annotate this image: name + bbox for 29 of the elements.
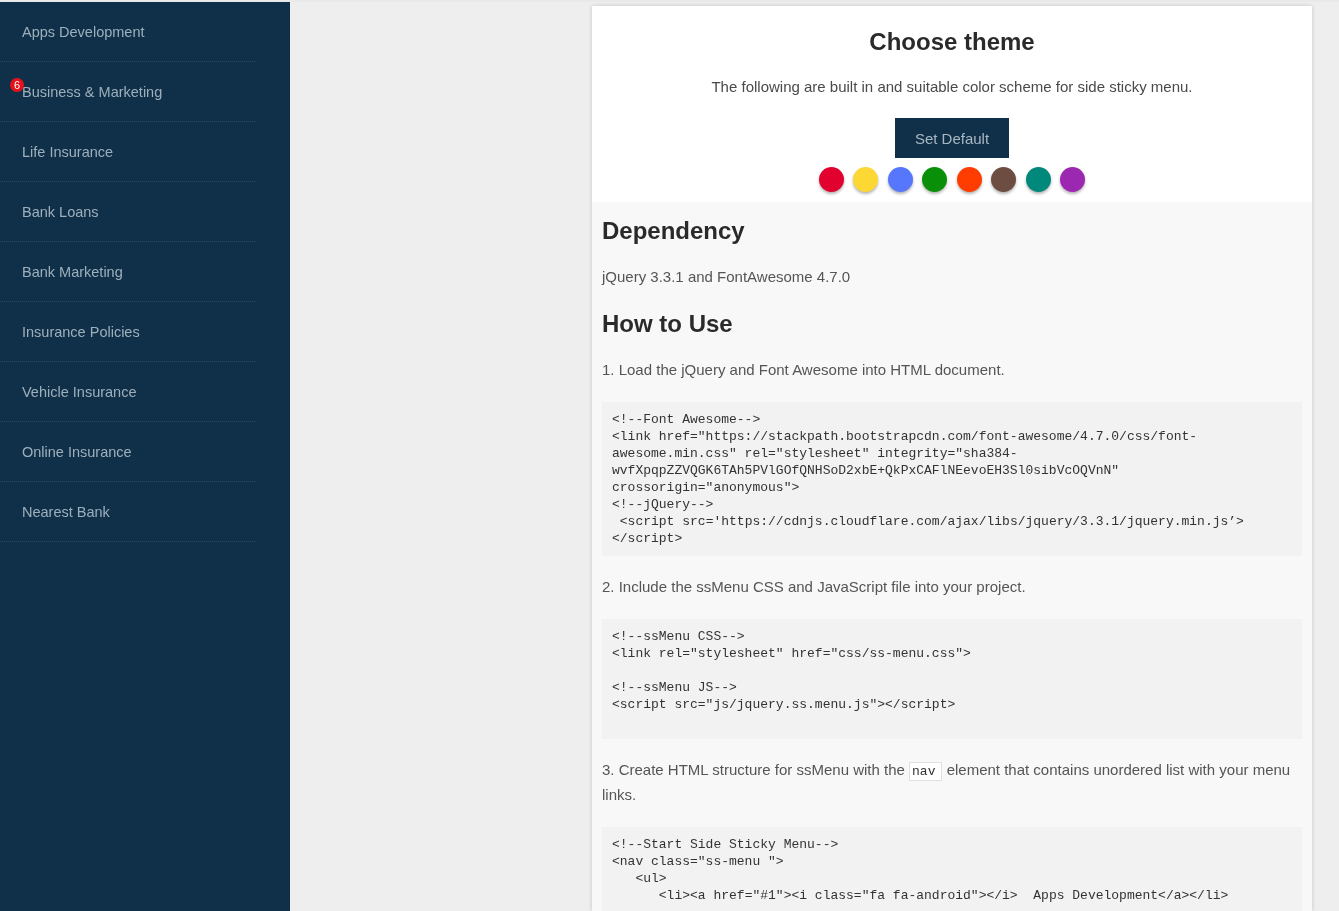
section-heading: Dependency [602,216,746,246]
sidebar-item[interactable]: Apps Development [0,2,255,62]
sidebar-item[interactable]: Online Insurance [0,422,255,482]
sidebar-item[interactable]: Insurance Policies [0,302,255,362]
theme-swatch-icon[interactable] [853,167,879,192]
code-block: <!--Font Awesome--> <link href="https://stackpath.bootstrapcdn.com/font-awesome/4.7.0/css/font-awesome.min.css" rel="stylesheet" integrity="sha384-wvfXpqpZZVQGK6TAh5PVlGOfQNHSoD2xbE+QkPxCAFlNEevoEH3Sl0sibVcOQVnN" crossorigin="anonymous"> <!--jQuery--> <script src='https://cdnjs.cloudflare.com/ajax/libs/jquery/3.3.1/jquery.min.js’> </script> [602,402,1302,556]
sidebar-item[interactable]: Nearest Bank [0,482,255,542]
card-description: The following are built in and suitable color scheme for side sticky menu. [711,77,1193,97]
card-title: Choose theme [869,27,1035,57]
theme-swatch-icon[interactable] [1025,167,1051,192]
count-badge: 6 [10,78,24,92]
code-block: <!--Start Side Sticky Menu--> <nav class="ss-menu "> <ul> <li><a href="#1"><i class="fa fa-android"></i> Apps Development</a></li> [602,827,1302,911]
sidebar-item[interactable]: Bank Loans [0,182,255,242]
section-heading: How to Use [602,309,734,339]
set-default-button[interactable]: Set Default [894,118,1010,158]
doc-text: 3. Create HTML structure for ssMenu with the nav element that contains unordered list with your menu links. [602,760,1292,805]
sidebar-item[interactable]: Life Insurance [0,122,255,182]
doc-text: 1. Load the jQuery and Font Awesome into HTML document. [602,360,1006,380]
theme-swatch-icon[interactable] [922,167,948,192]
theme-swatch-icon[interactable] [1060,167,1086,192]
theme-swatch-icon[interactable] [956,167,982,192]
theme-swatch-icon[interactable] [818,167,844,192]
theme-swatch-icon[interactable] [991,167,1017,192]
sidebar-item[interactable]: Vehicle Insurance [0,362,255,422]
code-block: <!--ssMenu CSS--> <link rel="stylesheet" href="css/ss-menu.css"> <!--ssMenu JS--> <script src="js/jquery.ss.menu.js"></script> [602,619,1302,739]
sidebar-item[interactable]: Bank Marketing [0,242,255,302]
theme-swatch-icon[interactable] [887,167,913,192]
doc-text: jQuery 3.3.1 and FontAwesome 4.7.0 [602,267,852,287]
doc-text: 2. Include the ssMenu CSS and JavaScript file into your project. [602,577,1027,597]
